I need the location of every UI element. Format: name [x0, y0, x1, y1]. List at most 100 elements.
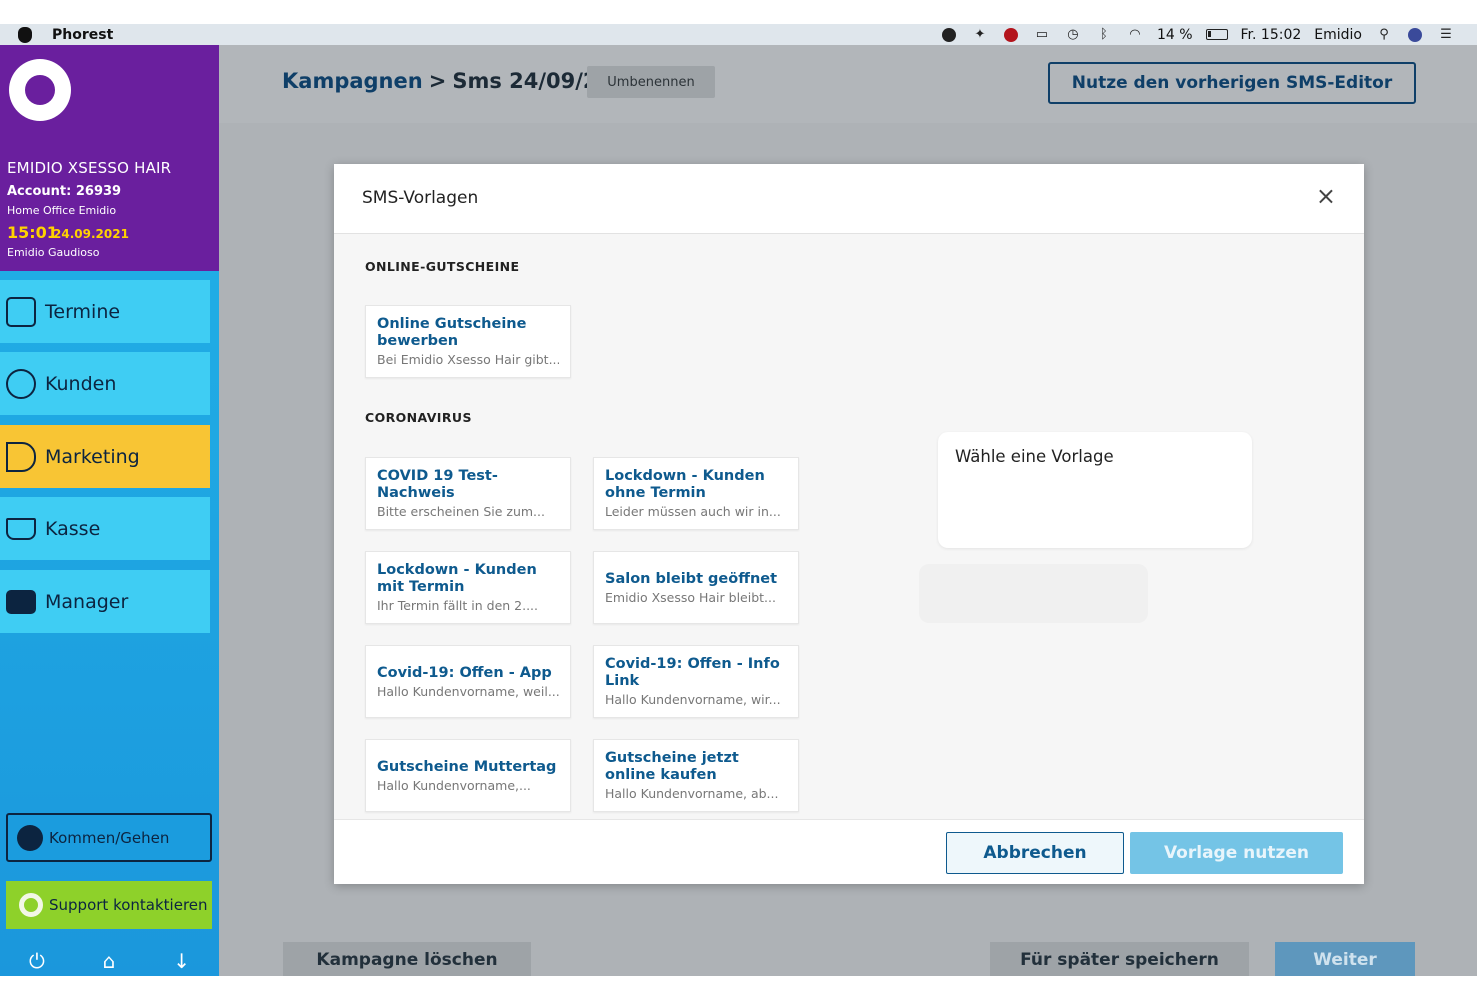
- sidebar: EMIDIO XSESSO HAIR Account: 26939 Home O…: [0, 45, 219, 976]
- sidebar-item-label: Kasse: [45, 517, 101, 540]
- app-screen: Phorest ✦ ▭ ◷ ᛒ ◠ 14 % Fr. 15:02 Emidio …: [0, 24, 1477, 976]
- logged-in-user: Emidio Gaudioso: [7, 246, 100, 259]
- support-button[interactable]: Support kontaktieren: [6, 881, 212, 929]
- sidebar-item-label: Kunden: [45, 372, 117, 395]
- battery-icon[interactable]: [1205, 29, 1228, 40]
- next-button[interactable]: Weiter: [1275, 942, 1415, 976]
- template-card[interactable]: COVID 19 Test-Nachweis Bitte erscheinen …: [365, 457, 571, 530]
- template-card[interactable]: Gutscheine jetzt online kaufen Hallo Kun…: [593, 739, 799, 812]
- lifebuoy-icon: [19, 893, 43, 917]
- preview-placeholder: Wähle eine Vorlage: [955, 447, 1114, 466]
- spotlight-search-icon[interactable]: ⚲: [1375, 27, 1393, 42]
- clock-in-label: Kommen/Gehen: [49, 828, 170, 847]
- dropbox-icon[interactable]: ✦: [971, 27, 989, 42]
- dialog-header: SMS-Vorlagen ×: [334, 164, 1364, 234]
- account-number: Account: 26939: [7, 184, 122, 199]
- siri-icon[interactable]: [1406, 27, 1424, 42]
- template-card[interactable]: Covid-19: Offen - Info Link Hallo Kunden…: [593, 645, 799, 718]
- campaign-footer: Kampagne löschen Für später speichern We…: [219, 924, 1477, 976]
- template-title: Covid-19: Offen - App: [377, 664, 552, 681]
- apple-icon[interactable]: [18, 26, 32, 43]
- breadcrumb: Kampagnen > Sms 24/09/21: [282, 69, 612, 93]
- sidebar-footer: ⏻ ⌂ ↓: [0, 945, 219, 976]
- template-title: Gutscheine jetzt online kaufen: [605, 750, 739, 783]
- message-preview-bubble: Wähle eine Vorlage: [938, 432, 1252, 548]
- use-template-button[interactable]: Vorlage nutzen: [1130, 832, 1343, 874]
- notification-center-icon[interactable]: ☰: [1437, 27, 1455, 42]
- record-icon[interactable]: [1002, 27, 1020, 42]
- bluetooth-icon[interactable]: ᛒ: [1095, 27, 1113, 42]
- airplay-icon[interactable]: ▭: [1033, 27, 1051, 42]
- template-card[interactable]: Salon bleibt geöffnet Emidio Xsesso Hair…: [593, 551, 799, 624]
- template-card[interactable]: Gutscheine Muttertag Hallo Kundenvorname…: [365, 739, 571, 812]
- breadcrumb-separator: >: [428, 69, 447, 93]
- status-area: ✦ ▭ ◷ ᛒ ◠ 14 % Fr. 15:02 Emidio ⚲ ☰: [940, 24, 1455, 45]
- template-title: Salon bleibt geöffnet: [605, 570, 778, 587]
- time-machine-icon[interactable]: ◷: [1064, 27, 1082, 42]
- template-preview: Bitte erscheinen Sie zum...: [377, 504, 545, 519]
- salon-name: EMIDIO XSESSO HAIR: [7, 159, 172, 177]
- template-preview: Hallo Kundenvorname, weil...: [377, 683, 559, 699]
- sidebar-item-label: Termine: [45, 300, 121, 323]
- message-preview-secondary-bubble: [919, 564, 1148, 623]
- section-heading-online-vouchers: ONLINE-GUTSCHEINE: [365, 259, 520, 274]
- sms-templates-dialog: SMS-Vorlagen × ONLINE-GUTSCHEINE Online …: [334, 164, 1364, 884]
- template-title: COVID 19 Test-Nachweis: [377, 468, 498, 501]
- sidebar-item-kunden[interactable]: Kunden: [0, 352, 210, 415]
- template-preview: Hallo Kundenvorname, wir...: [605, 692, 781, 707]
- template-card[interactable]: Lockdown - Kunden mit Termin Ihr Termin …: [365, 551, 571, 624]
- template-card[interactable]: Lockdown - Kunden ohne Termin Leider müs…: [593, 457, 799, 530]
- client-head-icon: [6, 368, 36, 399]
- template-preview: Emidio Xsesso Hair bleibt...: [605, 589, 776, 605]
- wifi-icon[interactable]: ◠: [1126, 27, 1144, 42]
- menubar-user[interactable]: Emidio: [1314, 27, 1362, 43]
- sidebar-item-termine[interactable]: Termine: [0, 280, 210, 343]
- template-preview: Hallo Kundenvorname,...: [377, 777, 531, 793]
- download-icon[interactable]: ↓: [173, 949, 190, 973]
- template-title: Gutscheine Muttertag: [377, 758, 557, 775]
- support-label: Support kontaktieren: [49, 896, 208, 914]
- sidebar-time: 15:01: [7, 223, 58, 242]
- cancel-button[interactable]: Abbrechen: [946, 832, 1124, 874]
- campaign-header: Kampagnen > Sms 24/09/21 Umbenennen Nutze …: [219, 45, 1477, 123]
- template-title: Online Gutscheine bewerben: [377, 316, 527, 349]
- delete-campaign-button[interactable]: Kampagne löschen: [283, 942, 531, 976]
- cart-icon: [6, 517, 36, 540]
- sidebar-item-label: Manager: [45, 590, 129, 613]
- battery-percent: 14 %: [1156, 26, 1193, 43]
- clock-in-button[interactable]: Kommen/Gehen: [6, 813, 212, 862]
- sidebar-item-label: Marketing: [45, 445, 140, 468]
- template-title: Covid-19: Offen - Info Link: [605, 656, 780, 689]
- previous-sms-editor-button[interactable]: Nutze den vorherigen SMS-Editor: [1048, 62, 1416, 104]
- sidebar-item-manager[interactable]: Manager: [0, 570, 210, 633]
- sidebar-item-marketing[interactable]: Marketing: [0, 425, 210, 488]
- section-heading-coronavirus: CORONAVIRUS: [365, 410, 472, 425]
- briefcase-icon: [6, 589, 36, 614]
- sidebar-item-kasse[interactable]: Kasse: [0, 497, 210, 560]
- menu-bar: Phorest ✦ ▭ ◷ ᛒ ◠ 14 % Fr. 15:02 Emidio …: [0, 24, 1477, 45]
- template-title: Lockdown - Kunden mit Termin: [377, 562, 537, 595]
- template-preview: Bei Emidio Xsesso Hair gibt...: [377, 352, 559, 367]
- breadcrumb-campaigns-link[interactable]: Kampagnen: [282, 69, 423, 93]
- close-icon[interactable]: ×: [1316, 184, 1336, 208]
- clock-icon: [17, 824, 43, 851]
- power-icon[interactable]: ⏻: [29, 949, 45, 973]
- creative-cloud-icon[interactable]: [940, 27, 958, 42]
- template-preview: Ihr Termin fällt in den 2....: [377, 598, 539, 613]
- sidebar-header: EMIDIO XSESSO HAIR Account: 26939 Home O…: [0, 45, 219, 271]
- lock-icon[interactable]: ⌂: [103, 949, 116, 973]
- sidebar-date: 24.09.2021: [53, 227, 129, 241]
- template-card[interactable]: Online Gutscheine bewerben Bei Emidio Xs…: [365, 305, 571, 378]
- dialog-title: SMS-Vorlagen: [362, 188, 479, 208]
- office-name: Home Office Emidio: [7, 204, 117, 217]
- template-preview: Hallo Kundenvorname, ab...: [605, 786, 779, 801]
- dialog-footer: Abbrechen Vorlage nutzen: [334, 819, 1364, 884]
- template-card[interactable]: Covid-19: Offen - App Hallo Kundenvornam…: [365, 645, 571, 718]
- rename-button[interactable]: Umbenennen: [587, 66, 715, 98]
- template-preview: Leider müssen auch wir in...: [605, 504, 781, 519]
- menubar-clock[interactable]: Fr. 15:02: [1241, 27, 1302, 43]
- save-for-later-button[interactable]: Für später speichern: [990, 942, 1249, 976]
- template-title: Lockdown - Kunden ohne Termin: [605, 468, 765, 501]
- app-name[interactable]: Phorest: [52, 27, 113, 43]
- calendar-icon: [6, 296, 36, 327]
